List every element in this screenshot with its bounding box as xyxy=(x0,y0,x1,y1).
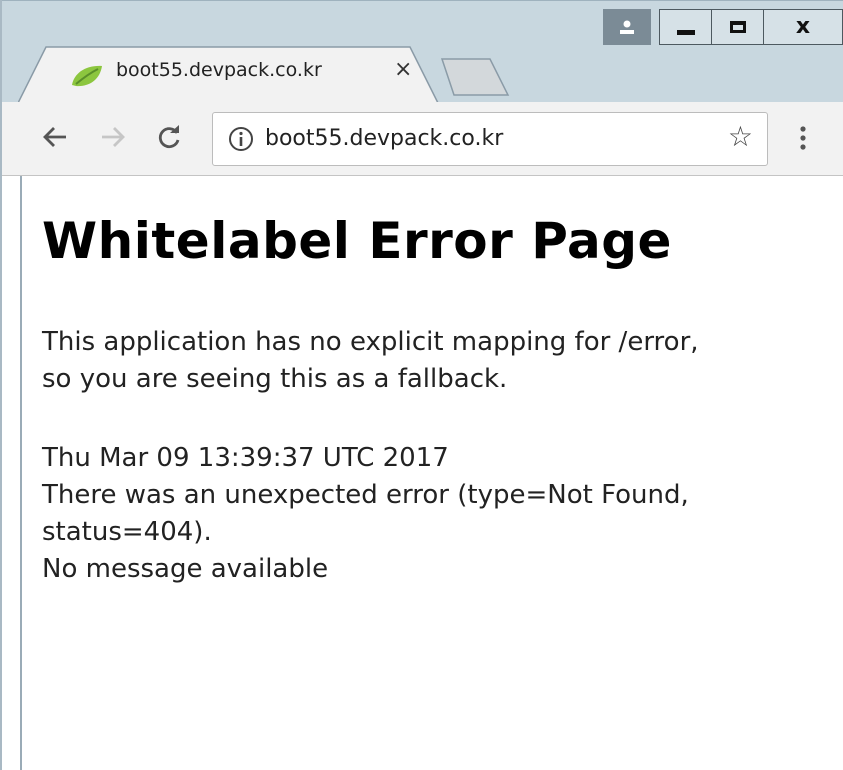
back-arrow-icon[interactable] xyxy=(42,124,68,154)
window-controls: x xyxy=(603,9,843,45)
tab-close-button[interactable]: × xyxy=(394,57,412,82)
tab-active[interactable]: boot55.devpack.co.kr × xyxy=(18,45,440,104)
close-icon: x xyxy=(795,14,811,39)
info-icon[interactable] xyxy=(227,125,255,157)
maximize-button[interactable] xyxy=(711,9,763,45)
toolbar: boot55.devpack.co.kr ☆ xyxy=(0,102,843,176)
url-text[interactable]: boot55.devpack.co.kr xyxy=(265,126,503,151)
title-bar: boot55.devpack.co.kr × x xyxy=(0,0,843,104)
minimize-icon xyxy=(676,29,695,35)
more-vert-icon[interactable] xyxy=(798,124,808,156)
error-message: No message available xyxy=(42,554,329,584)
tab-title: boot55.devpack.co.kr xyxy=(116,59,322,81)
error-line-2: status=404). xyxy=(42,517,212,547)
page-content: Whitelabel Error Page This application h… xyxy=(22,176,843,770)
error-description: This application has no explicit mapping… xyxy=(42,324,832,398)
reload-icon[interactable] xyxy=(156,124,182,154)
maximize-icon xyxy=(729,21,746,33)
new-tab-button[interactable] xyxy=(440,57,510,101)
forward-arrow-icon[interactable] xyxy=(100,124,126,154)
error-timestamp: Thu Mar 09 13:39:37 UTC 2017 xyxy=(42,443,449,473)
description-line-2: so you are seeing this as a fallback. xyxy=(42,364,508,394)
person-icon[interactable] xyxy=(603,9,651,45)
minimize-button[interactable] xyxy=(659,9,711,45)
close-window-button[interactable]: x xyxy=(763,9,843,45)
description-line-1: This application has no explicit mapping… xyxy=(42,327,699,357)
window-frame-edge xyxy=(0,0,2,770)
browser-window: boot55.devpack.co.kr × x boot55.devpack.… xyxy=(0,0,843,770)
address-bar[interactable]: boot55.devpack.co.kr ☆ xyxy=(212,112,768,166)
error-details: Thu Mar 09 13:39:37 UTC 2017 There was a… xyxy=(42,440,832,588)
star-icon[interactable]: ☆ xyxy=(728,123,753,151)
error-line-1: There was an unexpected error (type=Not … xyxy=(42,480,689,510)
page-title: Whitelabel Error Page xyxy=(42,212,672,270)
